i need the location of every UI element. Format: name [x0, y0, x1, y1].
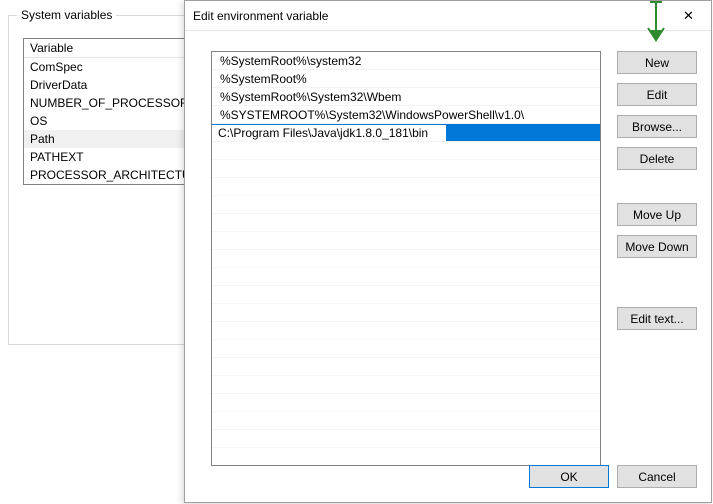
list-empty-row: [212, 232, 600, 250]
list-empty-row: [212, 250, 600, 268]
dialog-titlebar[interactable]: Edit environment variable ✕: [185, 1, 711, 31]
list-empty-row: [212, 196, 600, 214]
list-empty-row: [212, 430, 600, 448]
edit-text-button[interactable]: Edit text...: [617, 307, 697, 330]
list-empty-row: [212, 394, 600, 412]
list-item-editing[interactable]: [212, 124, 600, 142]
list-empty-row: [212, 358, 600, 376]
side-button-column: New Edit Browse... Delete Move Up Move D…: [617, 51, 697, 339]
browse-button[interactable]: Browse...: [617, 115, 697, 138]
list-item[interactable]: %SystemRoot%: [212, 70, 600, 88]
list-empty-row: [212, 304, 600, 322]
list-empty-row: [212, 340, 600, 358]
close-icon: ✕: [683, 8, 694, 24]
dialog-bottom-buttons: OK Cancel: [529, 465, 697, 488]
list-empty-row: [212, 412, 600, 430]
dialog-body: %SystemRoot%\system32 %SystemRoot% %Syst…: [185, 31, 711, 502]
list-empty-row: [212, 286, 600, 304]
delete-button[interactable]: Delete: [617, 147, 697, 170]
list-empty-row: [212, 142, 600, 160]
close-button[interactable]: ✕: [666, 1, 711, 30]
list-empty-row: [212, 268, 600, 286]
list-item[interactable]: %SystemRoot%\System32\Wbem: [212, 88, 600, 106]
list-item[interactable]: %SystemRoot%\system32: [212, 52, 600, 70]
cancel-button[interactable]: Cancel: [617, 465, 697, 488]
list-empty-row: [212, 322, 600, 340]
move-down-button[interactable]: Move Down: [617, 235, 697, 258]
dialog-title: Edit environment variable: [193, 9, 328, 23]
path-entries-list[interactable]: %SystemRoot%\system32 %SystemRoot% %Syst…: [211, 51, 601, 466]
list-item[interactable]: %SYSTEMROOT%\System32\WindowsPowerShell\…: [212, 106, 600, 124]
path-entry-input[interactable]: [212, 125, 446, 142]
list-empty-row: [212, 160, 600, 178]
new-button[interactable]: New: [617, 51, 697, 74]
edit-env-var-dialog: Edit environment variable ✕ %SystemRoot%…: [184, 0, 712, 503]
list-empty-row: [212, 178, 600, 196]
list-empty-row: [212, 214, 600, 232]
list-empty-row: [212, 376, 600, 394]
edit-button[interactable]: Edit: [617, 83, 697, 106]
system-variables-label: System variables: [17, 8, 116, 22]
move-up-button[interactable]: Move Up: [617, 203, 697, 226]
ok-button[interactable]: OK: [529, 465, 609, 488]
